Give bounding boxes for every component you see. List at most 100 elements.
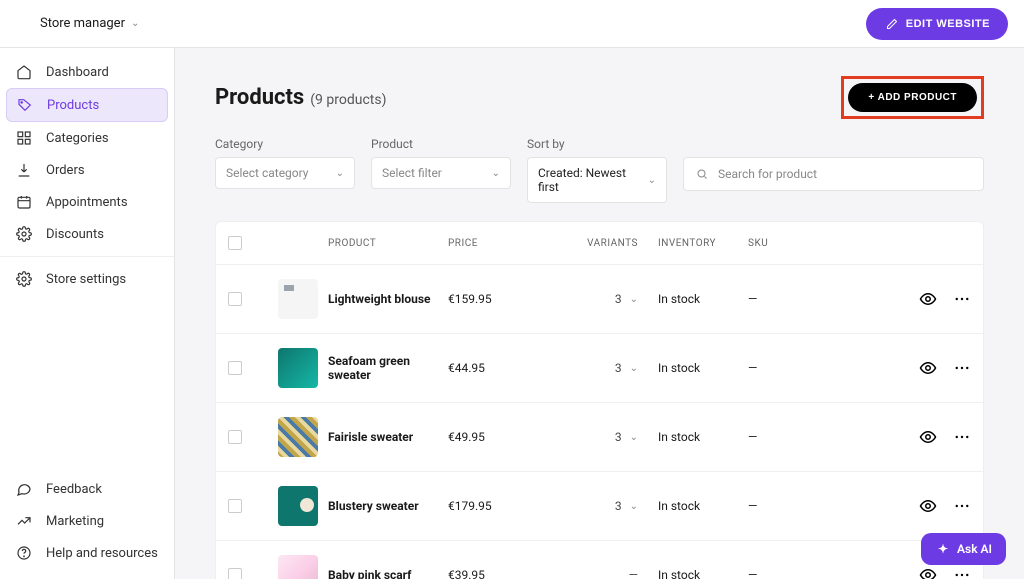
gear-icon bbox=[16, 271, 32, 287]
more-icon[interactable] bbox=[953, 290, 971, 308]
product-thumbnail bbox=[278, 279, 318, 319]
sidebar-item-label: Marketing bbox=[46, 514, 104, 529]
edit-website-button[interactable]: EDIT WEBSITE bbox=[866, 8, 1008, 40]
category-select[interactable]: Select category ⌄ bbox=[215, 157, 355, 189]
sidebar-item-categories[interactable]: Categories bbox=[6, 122, 168, 154]
table-row[interactable]: Baby pink scarf€39.95—In stock— bbox=[216, 541, 983, 579]
tag-icon bbox=[17, 97, 33, 113]
product-inventory: In stock bbox=[658, 430, 748, 444]
sidebar-item-label: Appointments bbox=[46, 195, 128, 210]
category-placeholder: Select category bbox=[226, 166, 308, 180]
product-thumbnail bbox=[278, 555, 318, 579]
more-icon[interactable] bbox=[953, 428, 971, 446]
table-head: PRODUCT PRICE VARIANTS INVENTORY SKU bbox=[216, 222, 983, 265]
filter-sort: Sort by Created: Newest first ⌄ bbox=[527, 137, 667, 203]
edit-website-label: EDIT WEBSITE bbox=[906, 18, 990, 30]
sidebar-item-label: Feedback bbox=[46, 482, 102, 497]
product-sku: — bbox=[748, 292, 808, 306]
topbar: Store manager ⌄ EDIT WEBSITE bbox=[0, 0, 1024, 48]
col-variants: VARIANTS bbox=[558, 238, 658, 249]
table-row[interactable]: Seafoam green sweater€44.953⌄In stock— bbox=[216, 334, 983, 403]
sidebar-item-help-and-resources[interactable]: Help and resources bbox=[6, 537, 168, 569]
calendar-icon bbox=[16, 194, 32, 210]
search-input[interactable]: Search for product bbox=[683, 157, 984, 191]
chevron-down-icon: ⌄ bbox=[336, 168, 344, 179]
visibility-icon[interactable] bbox=[919, 290, 937, 308]
product-variants[interactable]: 3⌄ bbox=[558, 430, 658, 444]
product-inventory: In stock bbox=[658, 499, 748, 513]
gear-icon bbox=[16, 226, 32, 242]
visibility-icon[interactable] bbox=[919, 359, 937, 377]
sidebar-item-orders[interactable]: Orders bbox=[6, 154, 168, 186]
sidebar-item-appointments[interactable]: Appointments bbox=[6, 186, 168, 218]
sidebar-item-label: Products bbox=[47, 98, 99, 113]
page-title: Products (9 products) bbox=[215, 85, 386, 110]
row-checkbox[interactable] bbox=[228, 568, 242, 579]
nav-separator bbox=[0, 256, 174, 257]
product-name: Baby pink scarf bbox=[328, 568, 448, 579]
product-variants[interactable]: 3⌄ bbox=[558, 361, 658, 375]
add-product-button[interactable]: + ADD PRODUCT bbox=[848, 83, 977, 112]
sidebar-item-dashboard[interactable]: Dashboard bbox=[6, 56, 168, 88]
speech-icon bbox=[16, 481, 32, 497]
row-checkbox[interactable] bbox=[228, 361, 242, 375]
more-icon[interactable] bbox=[953, 359, 971, 377]
more-icon[interactable] bbox=[953, 566, 971, 579]
sidebar-item-products[interactable]: Products bbox=[6, 88, 168, 122]
chevron-down-icon: ⌄ bbox=[648, 175, 656, 186]
select-all-checkbox[interactable] bbox=[228, 236, 242, 250]
row-checkbox[interactable] bbox=[228, 292, 242, 306]
product-price: €44.95 bbox=[448, 361, 558, 375]
visibility-icon[interactable] bbox=[919, 497, 937, 515]
sort-select[interactable]: Created: Newest first ⌄ bbox=[527, 157, 667, 203]
product-price: €49.95 bbox=[448, 430, 558, 444]
product-inventory: In stock bbox=[658, 292, 748, 306]
grid-icon bbox=[16, 130, 32, 146]
sidebar-item-store-settings[interactable]: Store settings bbox=[6, 263, 168, 295]
table-row[interactable]: Lightweight blouse€159.953⌄In stock— bbox=[216, 265, 983, 334]
table-body: Lightweight blouse€159.953⌄In stock—Seaf… bbox=[216, 265, 983, 579]
filter-search: Search for product bbox=[683, 137, 984, 203]
nav-bottom: Feedback Marketing Help and resources bbox=[6, 473, 168, 569]
table-row[interactable]: Blustery sweater€179.953⌄In stock— bbox=[216, 472, 983, 541]
visibility-icon[interactable] bbox=[919, 428, 937, 446]
sidebar-item-label: Orders bbox=[46, 163, 85, 178]
nav-main: Dashboard Products Categories Orders Appoint… bbox=[6, 56, 168, 250]
product-sku: — bbox=[748, 430, 808, 444]
page-count: (9 products) bbox=[310, 92, 386, 108]
sidebar-item-marketing[interactable]: Marketing bbox=[6, 505, 168, 537]
row-actions bbox=[808, 497, 971, 515]
chevron-down-icon: ⌄ bbox=[630, 294, 638, 305]
sidebar: Dashboard Products Categories Orders Appoint… bbox=[0, 48, 175, 579]
product-filter-select[interactable]: Select filter ⌄ bbox=[371, 157, 511, 189]
product-name: Lightweight blouse bbox=[328, 292, 448, 306]
ask-ai-button[interactable]: ✦ Ask AI bbox=[921, 533, 1006, 565]
products-table: PRODUCT PRICE VARIANTS INVENTORY SKU Lig… bbox=[215, 221, 984, 579]
filter-product: Product Select filter ⌄ bbox=[371, 137, 511, 203]
help-icon bbox=[16, 545, 32, 561]
visibility-icon[interactable] bbox=[919, 566, 937, 579]
store-switcher[interactable]: Store manager ⌄ bbox=[40, 16, 139, 31]
product-thumbnail bbox=[278, 486, 318, 526]
store-switcher-label: Store manager bbox=[40, 16, 125, 31]
row-checkbox[interactable] bbox=[228, 430, 242, 444]
layout: Dashboard Products Categories Orders Appoint… bbox=[0, 48, 1024, 579]
product-price: €39.95 bbox=[448, 568, 558, 579]
page-header: Products (9 products) + ADD PRODUCT bbox=[215, 76, 984, 119]
search-placeholder: Search for product bbox=[718, 167, 817, 181]
more-icon[interactable] bbox=[953, 497, 971, 515]
row-checkbox[interactable] bbox=[228, 499, 242, 513]
col-price: PRICE bbox=[448, 238, 558, 249]
product-variants[interactable]: 3⌄ bbox=[558, 292, 658, 306]
sparkle-icon: ✦ bbox=[935, 541, 951, 557]
product-sku: — bbox=[748, 361, 808, 375]
table-row[interactable]: Fairisle sweater€49.953⌄In stock— bbox=[216, 403, 983, 472]
ask-ai-label: Ask AI bbox=[957, 542, 992, 556]
product-variants[interactable]: 3⌄ bbox=[558, 499, 658, 513]
chevron-down-icon: ⌄ bbox=[630, 501, 638, 512]
sidebar-item-discounts[interactable]: Discounts bbox=[6, 218, 168, 250]
sidebar-item-feedback[interactable]: Feedback bbox=[6, 473, 168, 505]
product-variants: — bbox=[558, 568, 658, 579]
product-inventory: In stock bbox=[658, 361, 748, 375]
row-actions bbox=[808, 566, 971, 579]
